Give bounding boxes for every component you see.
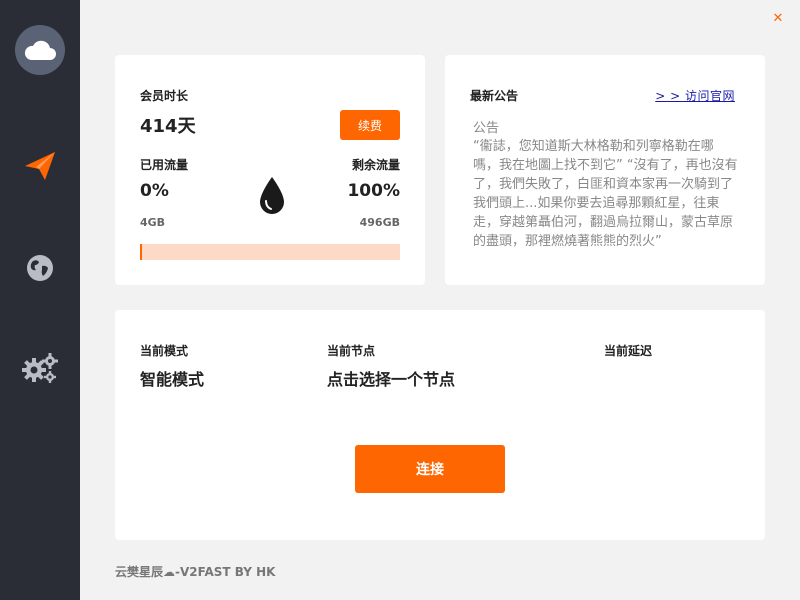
duration-value: 414天 — [140, 116, 196, 137]
gears-icon — [21, 351, 59, 389]
sidebar-item-nodes[interactable] — [20, 250, 60, 290]
notice-title: 最新公告 — [470, 89, 519, 103]
visit-website-link[interactable]: > > 访问官网 — [655, 87, 735, 104]
connection-card: 当前模式 智能模式 当前节点 点击选择一个节点 当前延迟 连接 — [115, 310, 765, 540]
duration-label: 会员时长 — [140, 89, 189, 103]
remaining-amount: 496GB — [359, 216, 400, 229]
mode-label: 当前模式 — [140, 344, 189, 358]
sidebar — [0, 0, 80, 600]
traffic-progress-bar — [140, 244, 400, 260]
sidebar-item-connect[interactable] — [20, 148, 60, 188]
latency-label: 当前延迟 — [604, 344, 653, 358]
water-drop-icon — [258, 175, 286, 219]
notice-subtitle: 公告 — [473, 121, 500, 136]
connect-button[interactable]: 连接 — [355, 445, 505, 493]
membership-card: 会员时长 414天 续费 已用流量 剩余流量 0% 100% 4GB 496GB — [115, 55, 425, 285]
traffic-progress-fill — [140, 244, 143, 260]
node-label: 当前节点 — [327, 344, 376, 358]
paper-plane-icon — [23, 149, 57, 187]
footer-brand: 云樊星辰☁-V2FAST BY HK — [115, 565, 276, 579]
remaining-percent: 100% — [347, 181, 400, 201]
remaining-traffic-label: 剩余流量 — [351, 158, 400, 172]
node-select[interactable]: 点击选择一个节点 — [327, 366, 455, 390]
cloud-logo-icon — [15, 25, 65, 75]
renew-button[interactable]: 续费 — [340, 110, 400, 140]
close-icon: ✕ — [772, 10, 784, 26]
globe-icon — [25, 253, 55, 287]
notice-body: “衞誌，您知道斯大林格勒和列寧格勒在哪嗎，我在地圖上找不到它” “沒有了，再也沒… — [473, 139, 738, 249]
notice-card: 最新公告 > > 访问官网 公告 “衞誌，您知道斯大林格勒和列寧格勒在哪嗎，我在… — [445, 55, 765, 285]
used-traffic-label: 已用流量 — [140, 158, 189, 172]
used-amount: 4GB — [140, 216, 166, 229]
used-percent: 0% — [140, 181, 169, 201]
sidebar-item-settings[interactable] — [20, 350, 60, 390]
close-button[interactable]: ✕ — [768, 8, 788, 28]
mode-value[interactable]: 智能模式 — [140, 366, 204, 390]
